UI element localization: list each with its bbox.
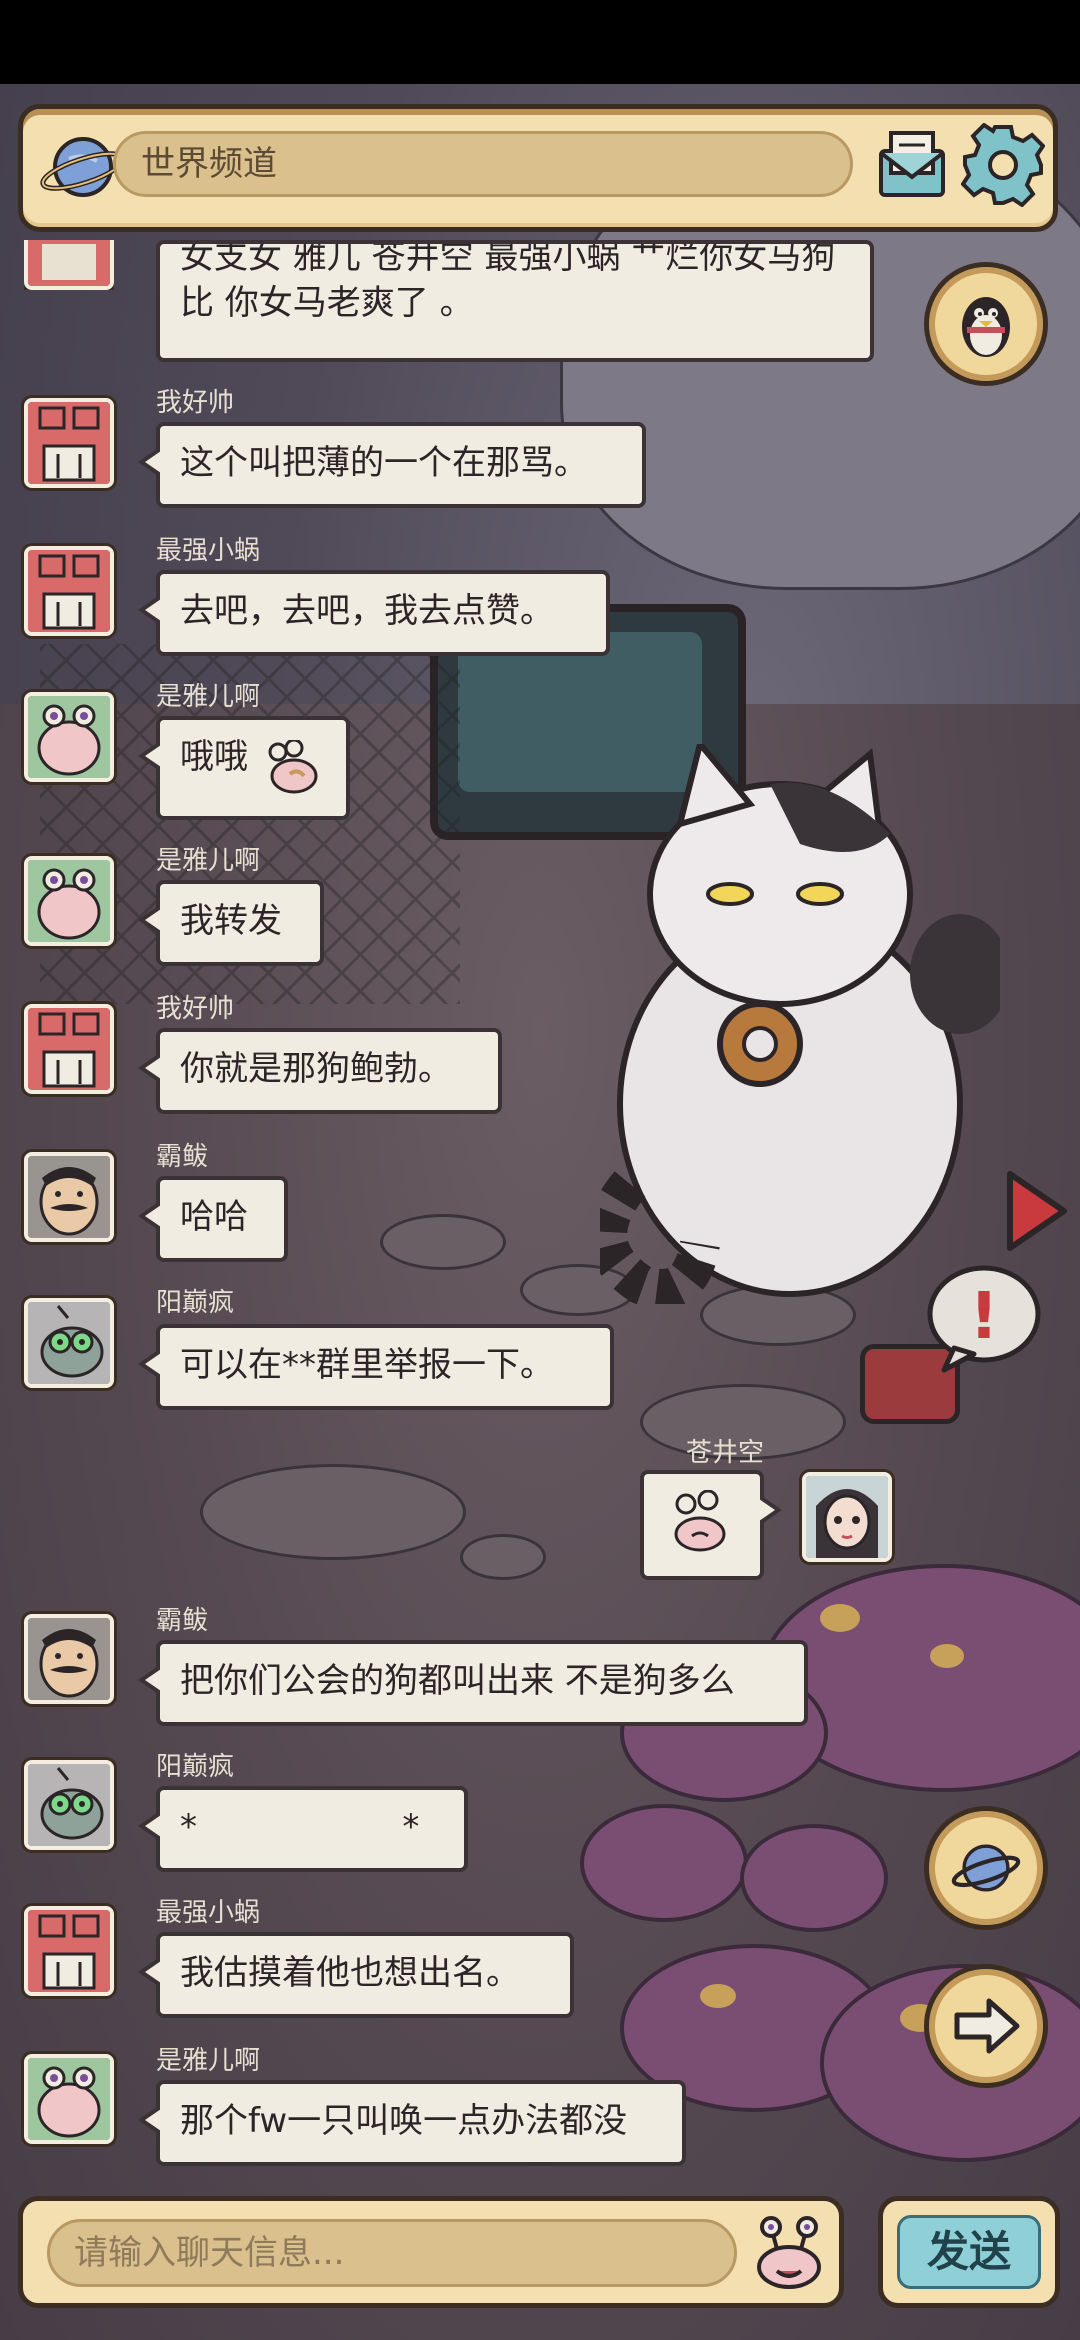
message-bubble: 去吧，去吧，我去点赞。 — [138, 570, 610, 656]
chat-input[interactable] — [47, 2219, 737, 2287]
message-text: 哈哈 — [180, 1197, 248, 1237]
snail-sticker-icon — [268, 740, 318, 794]
message-text: 去吧，去吧，我去点赞。 — [180, 591, 554, 631]
alert-bubble[interactable]: ! — [924, 1264, 1042, 1374]
message-bubble: 我估摸着他也想出名。 — [138, 1932, 574, 2018]
username: 最强小蜗 — [156, 536, 261, 566]
username: 苍井空 — [686, 1438, 765, 1468]
username: 阳巅疯 — [156, 1752, 235, 1782]
message-text: 可以在**群里举报一下。 — [180, 1345, 554, 1385]
avatar[interactable] — [24, 1906, 114, 1996]
message-text: 你就是那狗鲍勃。 — [180, 1049, 452, 1089]
message-text: 把你们公会的狗都叫出来 不是狗多么 — [180, 1661, 735, 1701]
message-bubble: 我转发 — [138, 880, 324, 966]
mushroom-spot — [930, 1644, 964, 1668]
penguin-icon — [962, 297, 1010, 357]
avatar[interactable] — [24, 546, 114, 636]
message-bubble: 这个叫把薄的一个在那骂。 — [138, 422, 646, 508]
username: 是雅儿啊 — [156, 846, 261, 876]
message-text: 我估摸着他也想出名。 — [180, 1953, 520, 1993]
snail-sticker-icon — [674, 1490, 726, 1552]
channel-title: 世界频道 — [141, 144, 277, 184]
username: 最强小蜗 — [156, 1898, 261, 1928]
message-bubble: * * — [138, 1786, 468, 1872]
alert-icon: ! — [927, 1265, 1041, 1373]
avatar[interactable] — [24, 1004, 114, 1094]
message-bubble: 可以在**群里举报一下。 — [138, 1324, 614, 1410]
mushroom — [740, 1824, 888, 1932]
avatar[interactable] — [802, 1472, 892, 1562]
username: 我好帅 — [156, 994, 235, 1024]
chat-input-bar — [18, 2196, 844, 2308]
avatar[interactable] — [24, 398, 114, 488]
channel-header: 世界频道 — [18, 104, 1058, 232]
arrow-right-icon — [1007, 1171, 1067, 1251]
username: 是雅儿啊 — [156, 682, 261, 712]
avatar[interactable] — [24, 1298, 114, 1388]
stone — [200, 1464, 466, 1560]
stone — [460, 1534, 546, 1580]
username: 是雅儿啊 — [156, 2046, 261, 2076]
message-text: 哦哦 — [180, 737, 248, 777]
avatar[interactable] — [24, 692, 114, 782]
username: 霸鲅 — [156, 1142, 209, 1172]
message-bubble: 哈哈 — [138, 1176, 288, 1262]
arrow-right-icon — [954, 1998, 1020, 2054]
message-bubble: 那个fw一只叫唤一点办法都没 — [138, 2080, 686, 2166]
avatar[interactable] — [24, 1152, 114, 1242]
username: 我好帅 — [156, 388, 235, 418]
qq-share-button[interactable] — [924, 262, 1048, 386]
send-button[interactable]: 发送 — [878, 2196, 1060, 2308]
send-button-label: 发送 — [897, 2215, 1041, 2289]
world-channel-button[interactable] — [924, 1806, 1048, 1930]
stone — [380, 1214, 506, 1270]
message-text: 女支女 雅儿 苍井空 最强小蜗 艹烂你女马狗比 你女马老爽了 。 — [180, 240, 836, 323]
forward-button[interactable] — [924, 1964, 1048, 2088]
username: 阳巅疯 — [156, 1288, 235, 1318]
avatar[interactable] — [24, 2054, 114, 2144]
mushroom-spot — [820, 1604, 860, 1632]
message-text: 我转发 — [180, 901, 282, 941]
message-bubble: 女支女 雅儿 苍井空 最强小蜗 艹烂你女马狗比 你女马老爽了 。 — [156, 240, 874, 362]
message-bubble — [640, 1470, 782, 1580]
message-text: 这个叫把薄的一个在那骂。 — [180, 443, 588, 483]
next-arrow-button[interactable] — [1000, 1168, 1070, 1254]
cat-illustration — [600, 744, 1000, 1304]
message-text: 那个fw一只叫唤一点办法都没 — [180, 2101, 628, 2141]
message-bubble: 你就是那狗鲍勃。 — [138, 1028, 502, 1114]
mail-icon[interactable] — [875, 127, 949, 201]
avatar[interactable] — [24, 856, 114, 946]
planet-icon — [951, 1844, 1021, 1892]
status-bar — [0, 0, 1080, 84]
mushroom — [580, 1804, 748, 1922]
username: 霸鲅 — [156, 1606, 209, 1636]
message-text: * * — [180, 1807, 420, 1847]
message-bubble: 哦哦 — [138, 716, 350, 820]
message-bubble: 把你们公会的狗都叫出来 不是狗多么 — [138, 1640, 808, 1726]
avatar[interactable] — [24, 1760, 114, 1850]
avatar[interactable] — [24, 1614, 114, 1704]
gear-icon[interactable] — [961, 123, 1045, 207]
alert-mark: ! — [969, 1280, 998, 1354]
snail-emoji-icon[interactable] — [749, 2213, 829, 2293]
mushroom-spot — [700, 1984, 736, 2008]
